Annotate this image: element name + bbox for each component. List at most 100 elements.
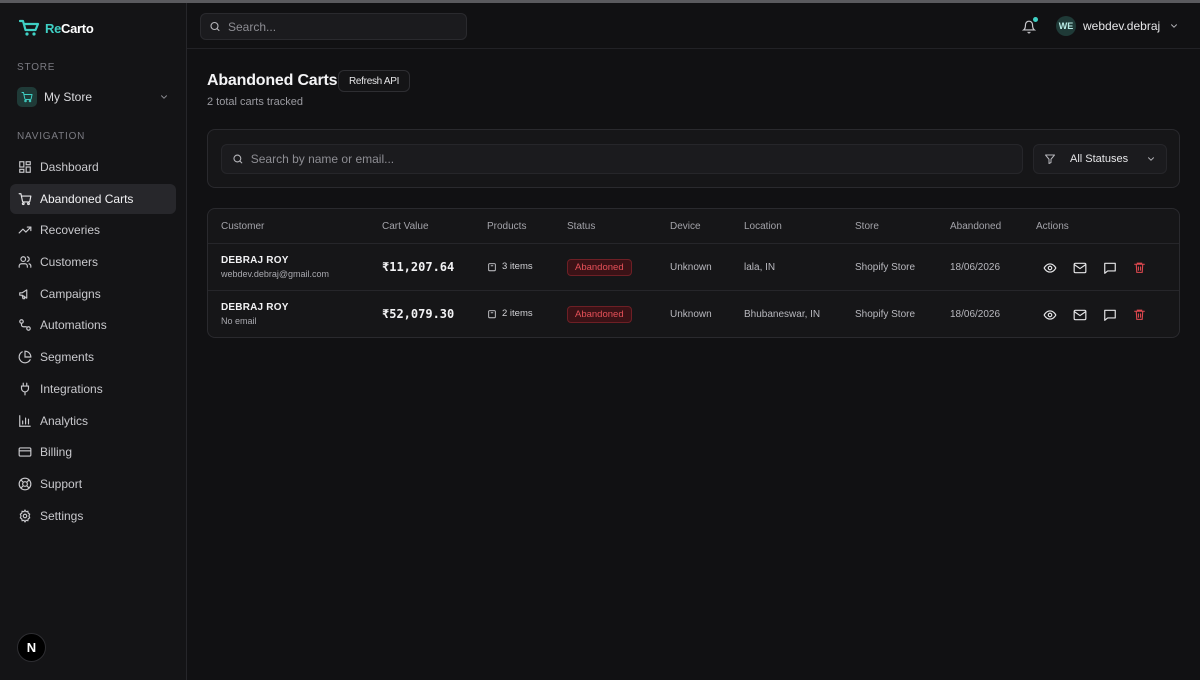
- customer-email: No email: [221, 316, 257, 326]
- message-button[interactable]: [1102, 260, 1117, 275]
- message-button[interactable]: [1102, 307, 1117, 322]
- global-search-input[interactable]: [228, 19, 458, 34]
- cart-search[interactable]: [221, 144, 1023, 174]
- refresh-api-button[interactable]: Refresh API: [338, 70, 411, 92]
- cart-search-input[interactable]: [250, 152, 1012, 166]
- sidebar-item-billing[interactable]: Billing: [10, 437, 176, 467]
- pie-chart-icon: [17, 350, 32, 365]
- gear-icon: [17, 508, 32, 523]
- sidebar-item-analytics[interactable]: Analytics: [10, 406, 176, 436]
- chevron-down-icon: [161, 95, 167, 99]
- column-header-cart-value[interactable]: Cart Value: [382, 221, 429, 232]
- email-button[interactable]: [1072, 260, 1087, 275]
- sidebar-item-dashboard[interactable]: Dashboard: [10, 152, 176, 182]
- sidebar-item-recoveries[interactable]: Recoveries: [10, 215, 176, 245]
- customer-email: webdev.debraj@gmail.com: [221, 269, 330, 279]
- customer-name: DEBRAJ ROY: [221, 255, 289, 266]
- users-icon: [17, 255, 32, 270]
- megaphone-icon: [17, 286, 32, 301]
- status-badge: Abandoned: [567, 259, 632, 276]
- location-cell: lala, IN: [744, 262, 776, 273]
- delete-button[interactable]: [1132, 260, 1147, 275]
- lifebuoy-icon: [17, 476, 32, 491]
- message-icon: [1103, 262, 1116, 274]
- sidebar-item-automations[interactable]: Automations: [10, 310, 176, 340]
- sidebar-item-customers[interactable]: Customers: [10, 247, 176, 277]
- cart-value: ₹11,207.64: [382, 260, 455, 274]
- column-header-products[interactable]: Products: [487, 221, 526, 232]
- column-header-location[interactable]: Location: [744, 221, 782, 232]
- sidebar-item-label: Support: [40, 476, 83, 491]
- logo[interactable]: ReCarto: [19, 17, 94, 39]
- sidebar-nav: Dashboard Abandoned Carts Recoveries Cus…: [10, 152, 176, 532]
- sidebar-item-integrations[interactable]: Integrations: [10, 374, 176, 404]
- row-actions: [1042, 307, 1147, 322]
- user-menu[interactable]: WE webdev.debraj: [1056, 15, 1179, 37]
- status-filter-value: All Statuses: [1070, 153, 1129, 165]
- email-button[interactable]: [1072, 307, 1087, 322]
- eye-icon: [1043, 309, 1056, 320]
- next-dev-badge[interactable]: N: [17, 633, 46, 662]
- status-cell: Abandoned: [567, 306, 632, 323]
- bell-icon: [1022, 20, 1036, 34]
- sidebar-item-support[interactable]: Support: [10, 469, 176, 499]
- view-button[interactable]: [1042, 260, 1057, 275]
- mail-icon: [1073, 309, 1086, 320]
- column-header-status[interactable]: Status: [567, 221, 595, 232]
- logo-text: ReCarto: [45, 20, 94, 36]
- sidebar-item-abandoned-carts[interactable]: Abandoned Carts: [10, 183, 176, 214]
- trash-icon: [1134, 309, 1145, 320]
- sidebar-item-label: Analytics: [40, 413, 89, 428]
- global-search[interactable]: [200, 13, 467, 40]
- filter-icon: [1045, 154, 1055, 164]
- abandoned-date-cell: 18/06/2026: [950, 262, 1001, 273]
- workflow-icon: [17, 318, 32, 333]
- delete-button[interactable]: [1132, 307, 1147, 322]
- carts-table: Customer Cart Value Products Status Devi…: [207, 208, 1180, 338]
- bar-chart-icon: [17, 413, 32, 428]
- column-header-device[interactable]: Device: [670, 221, 701, 232]
- store-section-label: STORE: [17, 62, 56, 73]
- sidebar-item-label: Dashboard: [40, 160, 99, 174]
- page-subtitle: 2 total carts tracked: [207, 96, 303, 108]
- sidebar-item-label: Settings: [40, 508, 84, 523]
- products-count: 2 items: [502, 308, 533, 319]
- trash-icon: [1134, 262, 1145, 273]
- search-icon: [233, 154, 243, 164]
- table-row[interactable]: DEBRAJ ROY No email ₹52,079.30 2 items A…: [208, 292, 1179, 337]
- sidebar-item-label: Abandoned Carts: [40, 191, 134, 206]
- sidebar-item-label: Recoveries: [40, 223, 101, 238]
- notifications-button[interactable]: [1020, 17, 1038, 35]
- sidebar-item-label: Segments: [40, 350, 95, 365]
- store-name: My Store: [44, 90, 93, 104]
- customer-cell: DEBRAJ ROY webdev.debraj@gmail.com: [221, 255, 329, 279]
- sidebar-item-settings[interactable]: Settings: [10, 501, 176, 531]
- sidebar-item-label: Billing: [40, 445, 73, 460]
- store-cell: Shopify Store: [855, 309, 916, 320]
- view-button[interactable]: [1042, 307, 1057, 322]
- sidebar-item-label: Customers: [40, 255, 99, 270]
- products-cell: 2 items: [487, 308, 533, 319]
- status-filter-select[interactable]: All Statuses: [1033, 144, 1167, 174]
- page-title: Abandoned Carts: [207, 72, 338, 89]
- store-cell: Shopify Store: [855, 262, 916, 273]
- search-icon: [210, 21, 220, 32]
- products-cell: 3 items: [487, 261, 533, 272]
- top-header: WE webdev.debraj: [187, 3, 1200, 49]
- sidebar-item-segments[interactable]: Segments: [10, 342, 176, 372]
- message-icon: [1103, 309, 1116, 321]
- column-header-store[interactable]: Store: [855, 221, 879, 232]
- eye-icon: [1043, 262, 1056, 273]
- store-cart-icon: [17, 87, 37, 107]
- device-cell: Unknown: [670, 262, 712, 273]
- column-header-abandoned[interactable]: Abandoned: [950, 221, 1001, 232]
- store-selector[interactable]: My Store: [10, 82, 176, 112]
- table-row[interactable]: DEBRAJ ROY webdev.debraj@gmail.com ₹11,2…: [208, 244, 1179, 291]
- chevron-down-icon: [1171, 24, 1178, 28]
- plug-icon: [17, 381, 32, 396]
- column-header-customer[interactable]: Customer: [221, 221, 264, 232]
- device-cell: Unknown: [670, 309, 712, 320]
- column-header-actions: Actions: [1036, 221, 1069, 232]
- logo-cart-icon: [19, 19, 40, 36]
- sidebar-item-campaigns[interactable]: Campaigns: [10, 279, 176, 309]
